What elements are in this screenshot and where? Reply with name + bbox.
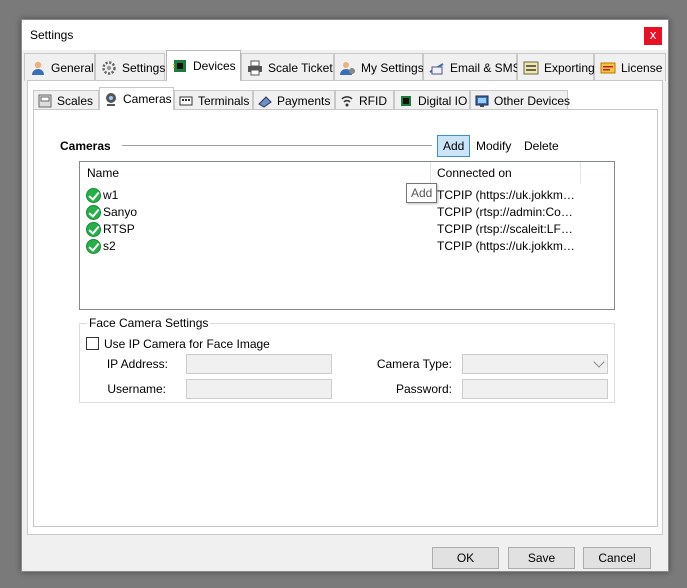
tab-other-devices[interactable]: Other Devices [470, 90, 571, 110]
devices-sub-tab-strip: Scales Cameras Terminals Payments RFID D… [33, 87, 658, 110]
list-item[interactable]: Sanyo TCPIP (rtsp://admin:Contro... [80, 204, 614, 221]
modify-camera-button[interactable]: Modify [470, 135, 517, 157]
chip-icon [399, 94, 413, 108]
face-camera-settings-group: Face Camera Settings Use IP Camera for F… [79, 316, 615, 403]
face-camera-settings-title: Face Camera Settings [87, 316, 211, 330]
payment-icon [258, 94, 272, 108]
section-divider [122, 145, 432, 146]
devices-icon [475, 94, 489, 108]
tab-cameras-label: Cameras [123, 92, 172, 106]
list-item[interactable]: s2 TCPIP (https://uk.jokkmok... [80, 238, 614, 255]
tab-payments[interactable]: Payments [253, 90, 335, 110]
password-input[interactable] [462, 379, 608, 399]
username-input[interactable] [186, 379, 332, 399]
tab-exporting[interactable]: Exporting [517, 53, 595, 81]
circuit-board-icon [172, 58, 188, 74]
status-ok-icon [86, 205, 101, 220]
scale-icon [38, 94, 52, 108]
main-tab-strip: General Settings Devices Scale Ticket My… [22, 50, 668, 81]
rfid-icon [340, 94, 354, 108]
tab-digital-io-label: Digital IO [418, 93, 468, 108]
camera-name: Sanyo [103, 205, 138, 219]
user-gear-icon [340, 60, 356, 76]
cameras-list[interactable]: Name Connected on w1 TCPIP (https://uk.j… [79, 161, 615, 310]
camera-connection: TCPIP (rtsp://scaleit:LF64... [437, 222, 579, 236]
use-ip-camera-checkbox[interactable] [86, 337, 99, 350]
tab-scales-label: Scales [57, 93, 94, 108]
ok-button[interactable]: OK [432, 547, 499, 569]
status-ok-icon [86, 239, 101, 254]
title-bar: Settings x [22, 20, 668, 50]
tab-general[interactable]: General [24, 53, 95, 81]
tab-payments-label: Payments [277, 93, 331, 108]
column-divider [580, 162, 581, 184]
tab-terminals[interactable]: Terminals [174, 90, 253, 110]
envelope-icon [429, 60, 445, 76]
export-icon [523, 60, 539, 76]
tab-rfid[interactable]: RFID [335, 90, 394, 110]
list-header: Name Connected on [80, 162, 614, 184]
status-ok-icon [86, 188, 101, 203]
tab-email-sms[interactable]: Email & SMS [423, 53, 521, 81]
status-ok-icon [86, 222, 101, 237]
tab-email-sms-label: Email & SMS [450, 60, 521, 75]
tab-exporting-label: Exporting [544, 60, 595, 75]
keyboard-icon [179, 94, 193, 108]
tab-license[interactable]: License [594, 53, 666, 81]
camera-type-label: Camera Type: [376, 357, 452, 371]
gear-icon [101, 60, 117, 76]
cameras-section-label: Cameras [60, 139, 111, 153]
tab-rfid-label: RFID [359, 93, 387, 108]
add-camera-button[interactable]: Add [437, 135, 471, 157]
close-button[interactable]: x [644, 27, 662, 45]
tab-cameras[interactable]: Cameras [99, 87, 174, 110]
password-label: Password: [395, 382, 452, 396]
chevron-down-icon [593, 356, 605, 368]
tab-terminals-label: Terminals [198, 93, 250, 108]
ip-address-label: IP Address: [106, 357, 168, 371]
camera-name: RTSP [103, 222, 135, 236]
ip-address-input[interactable] [186, 354, 332, 374]
list-item[interactable]: RTSP TCPIP (rtsp://scaleit:LF64... [80, 221, 614, 238]
column-header-connected-on[interactable]: Connected on [430, 162, 580, 184]
cameras-tab-page: Cameras Add Modify Delete Name Connected… [33, 109, 658, 527]
tab-devices[interactable]: Devices [166, 50, 241, 81]
devices-tab-page: Scales Cameras Terminals Payments RFID D… [27, 80, 663, 535]
tab-digital-io[interactable]: Digital IO [394, 90, 470, 110]
tab-my-settings[interactable]: My Settings [334, 53, 424, 81]
webcam-icon [104, 92, 118, 106]
tab-other-devices-label: Other Devices [494, 93, 571, 108]
camera-connection: TCPIP (rtsp://admin:Contro... [437, 205, 579, 219]
camera-name: w1 [103, 188, 119, 202]
user-icon [30, 60, 46, 76]
add-tooltip: Add [406, 183, 438, 203]
tab-scale-ticket-label: Scale Ticket [268, 60, 333, 75]
tab-license-label: License [621, 60, 663, 75]
tab-settings-label: Settings [122, 60, 166, 75]
camera-name: s2 [103, 239, 116, 253]
tab-general-label: General [51, 60, 94, 75]
username-label: Username: [107, 382, 166, 396]
save-button[interactable]: Save [508, 547, 575, 569]
settings-window: Settings x General Settings Devices Scal… [21, 19, 669, 572]
camera-connection: TCPIP (https://uk.jokkmok... [437, 239, 579, 253]
license-icon [600, 60, 616, 76]
use-ip-camera-label: Use IP Camera for Face Image [104, 337, 270, 351]
cancel-button[interactable]: Cancel [583, 547, 651, 569]
tab-settings[interactable]: Settings [95, 53, 165, 81]
tab-my-settings-label: My Settings [361, 60, 424, 75]
window-title: Settings [30, 28, 74, 42]
delete-camera-button[interactable]: Delete [518, 135, 565, 157]
column-header-name[interactable]: Name [80, 162, 430, 184]
tab-devices-label: Devices [193, 59, 236, 73]
camera-connection: TCPIP (https://uk.jokkmok... [437, 188, 579, 202]
tab-scale-ticket[interactable]: Scale Ticket [241, 53, 334, 81]
tab-scales[interactable]: Scales [33, 90, 99, 110]
printer-icon [247, 60, 263, 76]
camera-type-select[interactable] [462, 354, 608, 374]
list-item[interactable]: w1 TCPIP (https://uk.jokkmok... [80, 187, 614, 204]
